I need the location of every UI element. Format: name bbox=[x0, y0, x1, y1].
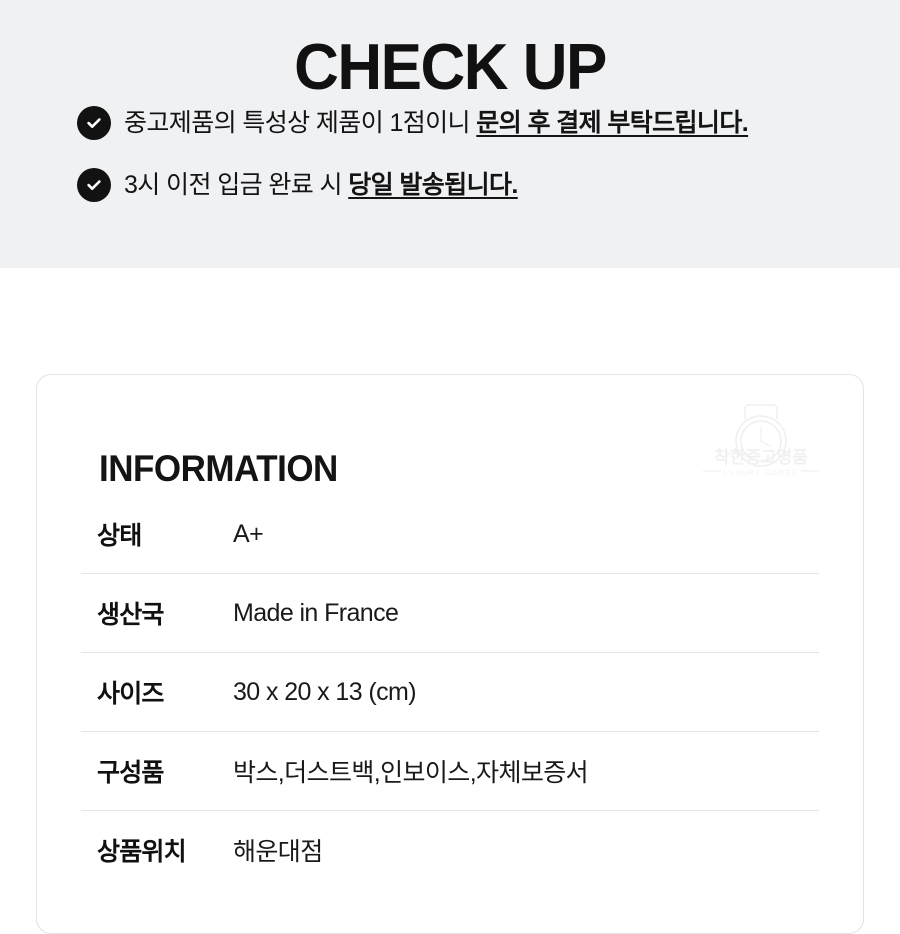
notice-list: 중고제품의 특성상 제품이 1점이니 문의 후 결제 부탁드립니다. 3시 이전… bbox=[77, 104, 867, 204]
watermark-brand-ko: 착한중고명품 bbox=[714, 448, 808, 467]
row-label: 사이즈 bbox=[97, 680, 164, 708]
checkup-section: CHECK UP 중고제품의 특성상 제품이 1점이니 문의 후 결제 부탁드립… bbox=[0, 0, 900, 268]
row-value: A+ bbox=[233, 519, 264, 548]
notice-text-emphasis: 당일 발송됩니다. bbox=[348, 171, 518, 199]
product-detail-page: CHECK UP 중고제품의 특성상 제품이 1점이니 문의 후 결제 부탁드립… bbox=[0, 0, 900, 934]
notice-text-plain: 3시 이전 입금 완료 시 bbox=[124, 171, 349, 199]
row-label: 구성품 bbox=[97, 759, 164, 787]
row-value: 박스,더스트백,인보이스,자체보증서 bbox=[233, 759, 589, 787]
page-title: CHECK UP bbox=[294, 31, 607, 104]
table-row: 생산국 Made in France bbox=[81, 573, 819, 652]
information-card: INFORMATION 착한중고명품 LUXURY GOODS 상태 A+ 생산… bbox=[36, 374, 864, 934]
check-circle-icon bbox=[77, 168, 111, 202]
row-label: 상태 bbox=[97, 522, 142, 550]
notice-text-emphasis: 문의 후 결제 부탁드립니다. bbox=[476, 109, 749, 137]
notice-item: 중고제품의 특성상 제품이 1점이니 문의 후 결제 부탁드립니다. bbox=[77, 104, 867, 142]
row-value: 해운대점 bbox=[233, 838, 323, 866]
table-row: 사이즈 30 x 20 x 13 (cm) bbox=[81, 652, 819, 731]
table-row: 상태 A+ bbox=[81, 495, 819, 573]
notice-text: 3시 이전 입금 완료 시 당일 발송됩니다. bbox=[124, 166, 518, 204]
notice-text-plain: 중고제품의 특성상 제품이 1점이니 bbox=[124, 109, 477, 137]
row-label: 생산국 bbox=[97, 601, 164, 629]
notice-text: 중고제품의 특성상 제품이 1점이니 문의 후 결제 부탁드립니다. bbox=[124, 104, 749, 142]
watch-logo-icon: 착한중고명품 LUXURY GOODS bbox=[695, 401, 827, 485]
table-row: 구성품 박스,더스트백,인보이스,자체보증서 bbox=[81, 731, 819, 810]
watermark-brand-en: LUXURY GOODS bbox=[724, 470, 798, 477]
information-heading: INFORMATION bbox=[99, 448, 338, 490]
check-circle-icon bbox=[77, 106, 111, 140]
information-table: 상태 A+ 생산국 Made in France 사이즈 30 x 20 x 1… bbox=[81, 495, 819, 889]
notice-item: 3시 이전 입금 완료 시 당일 발송됩니다. bbox=[77, 166, 867, 204]
table-row: 상품위치 해운대점 bbox=[81, 810, 819, 889]
row-value: Made in France bbox=[233, 598, 399, 627]
row-label: 상품위치 bbox=[97, 838, 187, 866]
row-value: 30 x 20 x 13 (cm) bbox=[233, 677, 417, 706]
